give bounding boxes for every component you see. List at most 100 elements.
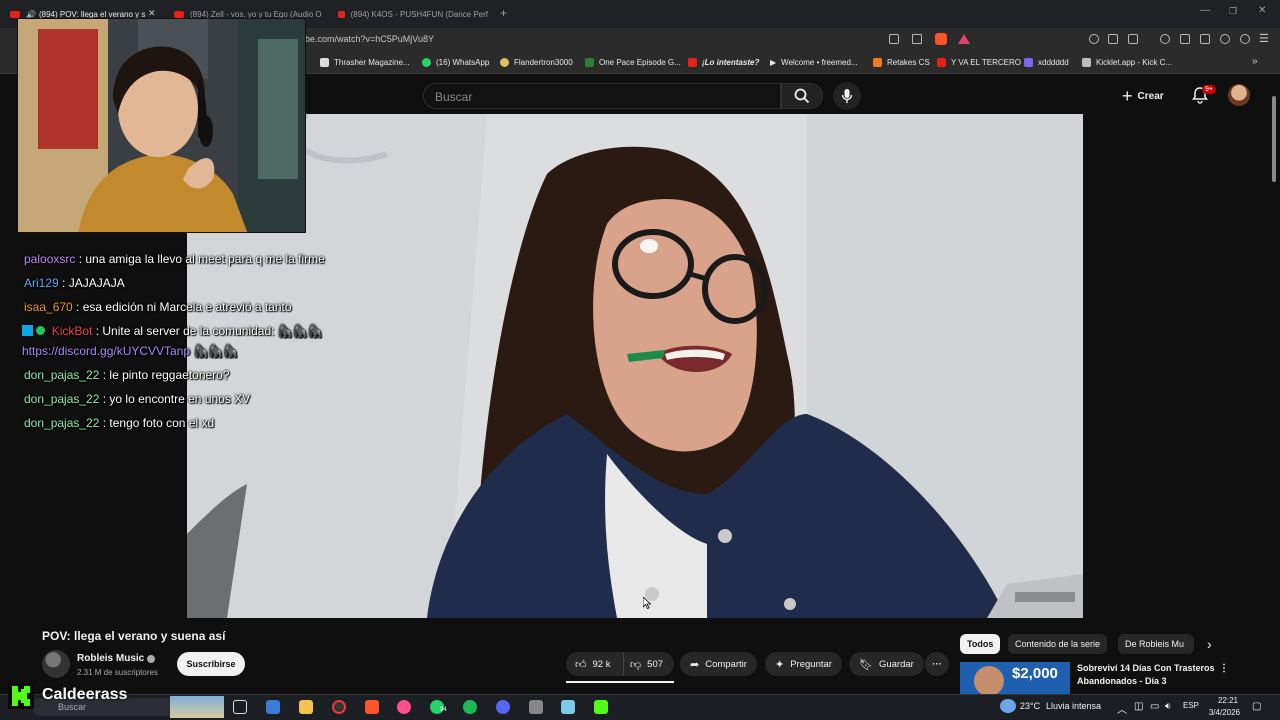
discord-link[interactable]: https://discord.gg/kUYCVVTanp (22, 344, 190, 358)
brave-shield-icon[interactable] (935, 33, 947, 45)
spotify-icon[interactable] (463, 700, 477, 714)
chip-series[interactable]: Contenido de la serie (1008, 634, 1108, 654)
leo-icon[interactable] (1200, 34, 1210, 44)
restore-icon[interactable]: ❐ (1229, 6, 1237, 17)
temperature[interactable]: 23°C (1020, 701, 1040, 711)
page-scrollbar[interactable] (1272, 96, 1276, 182)
volume-icon[interactable]: 🔉︎ (1165, 701, 1171, 712)
voice-search-button[interactable] (833, 82, 861, 110)
ai-icon[interactable] (1220, 34, 1230, 44)
more-bookmarks-icon[interactable]: » (1252, 56, 1258, 67)
notification-center-icon[interactable]: ▢ (1252, 701, 1261, 712)
language-indicator[interactable]: ESP (1183, 701, 1199, 710)
app-icon[interactable] (397, 700, 411, 714)
chevron-right-icon[interactable]: › (1207, 636, 1212, 652)
bookmark-item[interactable]: xdddddd (1024, 58, 1069, 67)
share-button[interactable]: ➦ Compartir (680, 652, 757, 676)
ask-button[interactable]: ✦ Preguntar (765, 652, 842, 676)
search-input[interactable]: Buscar (423, 83, 781, 109)
profile-icon[interactable] (1240, 34, 1250, 44)
bookmark-icon (1024, 58, 1033, 67)
like-count: 92 k (592, 658, 611, 670)
play-icon: ▶ (770, 58, 777, 67)
notepad-icon[interactable] (561, 700, 575, 714)
video-player[interactable] (187, 114, 1083, 618)
chip-all[interactable]: Todos (960, 634, 1001, 654)
bookmark-label: Thrasher Magazine... (334, 58, 410, 67)
bookmark-icon (873, 58, 882, 67)
url-text[interactable]: be.com/watch?v=hC5PuMjVu8Y (305, 34, 434, 44)
music-icon[interactable] (1160, 34, 1170, 44)
brave-icon[interactable] (365, 700, 379, 714)
sidebar-icon[interactable] (1180, 34, 1190, 44)
like-ratio-bar (566, 681, 674, 683)
chip-channel[interactable]: De Robleis Mu (1118, 634, 1194, 654)
extensions-icon[interactable] (1108, 34, 1118, 44)
new-tab-icon[interactable]: + (500, 6, 507, 20)
save-button[interactable]: 🔖︎ Guardar (849, 652, 924, 676)
weather-icon (1000, 699, 1016, 713)
task-view-icon[interactable] (233, 700, 247, 714)
tray-app-icon[interactable]: ◫ (1134, 701, 1143, 712)
bookmark-item[interactable]: One Pace Episode G... (585, 58, 681, 67)
search-icon (794, 88, 810, 104)
chat-text: tengo foto con el xd (109, 416, 215, 430)
discord-icon[interactable] (496, 700, 510, 714)
channel-avatar[interactable] (42, 650, 70, 678)
related-title-line2[interactable]: Abandonados - Día 3 (1077, 676, 1167, 686)
dislike-button[interactable]: 👎︎ 507 (624, 652, 663, 676)
microphone-icon (841, 89, 853, 103)
related-title-line1[interactable]: Sobreviví 14 Días Con Trasteros (1077, 663, 1215, 673)
chat-message: don_pajas_22 : le pinto reggaetonero? (24, 368, 230, 382)
youtube-icon (688, 58, 697, 67)
bookmark-item[interactable]: Flandertron3000 (500, 58, 573, 67)
bookmark-item[interactable]: Kicklet.app - Kick C... (1082, 58, 1172, 67)
bookmark-item[interactable]: (16) WhatsApp (422, 58, 489, 67)
bookmark-item[interactable]: ▶ Welcome • freemed... (770, 58, 858, 67)
chat-username: don_pajas_22 (24, 368, 100, 382)
create-button[interactable]: + Crear (1122, 84, 1164, 108)
bookmark-label: Kicklet.app - Kick C... (1096, 58, 1173, 67)
channel-name[interactable]: Robleis Music (77, 653, 144, 664)
file-explorer-icon[interactable] (299, 700, 313, 714)
like-button[interactable]: 👍︎ 92 k (566, 652, 624, 676)
wallet-icon[interactable] (1128, 34, 1138, 44)
network-icon[interactable]: ▭ (1150, 701, 1159, 712)
verified-check-icon (147, 655, 155, 663)
bookmark-item[interactable]: Thrasher Magazine... (320, 58, 410, 67)
subscribe-button[interactable]: Suscribirse (177, 652, 245, 676)
store-icon[interactable] (266, 700, 280, 714)
share-page-icon[interactable] (912, 34, 922, 44)
brave-rewards-icon[interactable] (958, 34, 970, 44)
more-actions-button[interactable]: ··· (925, 652, 949, 676)
streamer-webcam (17, 18, 306, 233)
obs-icon[interactable] (332, 700, 346, 714)
clock-date[interactable]: 3/4/2026 (1204, 708, 1240, 717)
close-window-icon[interactable]: ✕ (1258, 5, 1266, 16)
bookmark-label: Flandertron3000 (514, 58, 573, 67)
user-avatar[interactable] (1228, 84, 1250, 106)
kick-taskbar-icon[interactable] (594, 700, 608, 714)
minimize-icon[interactable]: — (1200, 5, 1210, 16)
related-menu-icon[interactable]: ⋮ (1219, 663, 1229, 674)
chat-username: Ari129 (24, 276, 59, 290)
create-label: Crear (1137, 90, 1164, 102)
chat-message: isaa_670 : esa edición ni Marcela e atre… (24, 300, 292, 314)
bookmark-item[interactable]: Retakes CS (873, 58, 930, 67)
tray-chevron-icon[interactable]: ︿ (1117, 701, 1127, 716)
weather-text[interactable]: Lluvia intensa (1046, 701, 1101, 711)
clock-time[interactable]: 22:21 (1208, 696, 1238, 705)
kick-logo-icon (8, 683, 34, 709)
bookmark-label: ¡Lo intentaste? (702, 58, 760, 67)
bookmark-item[interactable]: Y VA EL TERCERO (937, 58, 1021, 67)
bookmark-item[interactable]: ¡Lo intentaste? (688, 58, 759, 67)
vpn-icon[interactable] (1089, 34, 1099, 44)
search-button[interactable] (781, 83, 823, 109)
browser-tab[interactable]: (894) K4OS - PUSH4FUN (Dance Perf (338, 4, 488, 24)
video-title: POV: llega el verano y suena así (42, 629, 226, 643)
menu-icon[interactable]: ☰ (1259, 32, 1269, 45)
screen-cast-icon[interactable] (889, 34, 899, 44)
app-icon[interactable] (529, 700, 543, 714)
related-thumbnail[interactable]: $2,000 (960, 662, 1070, 694)
whatsapp-badge: 94 (440, 707, 447, 713)
